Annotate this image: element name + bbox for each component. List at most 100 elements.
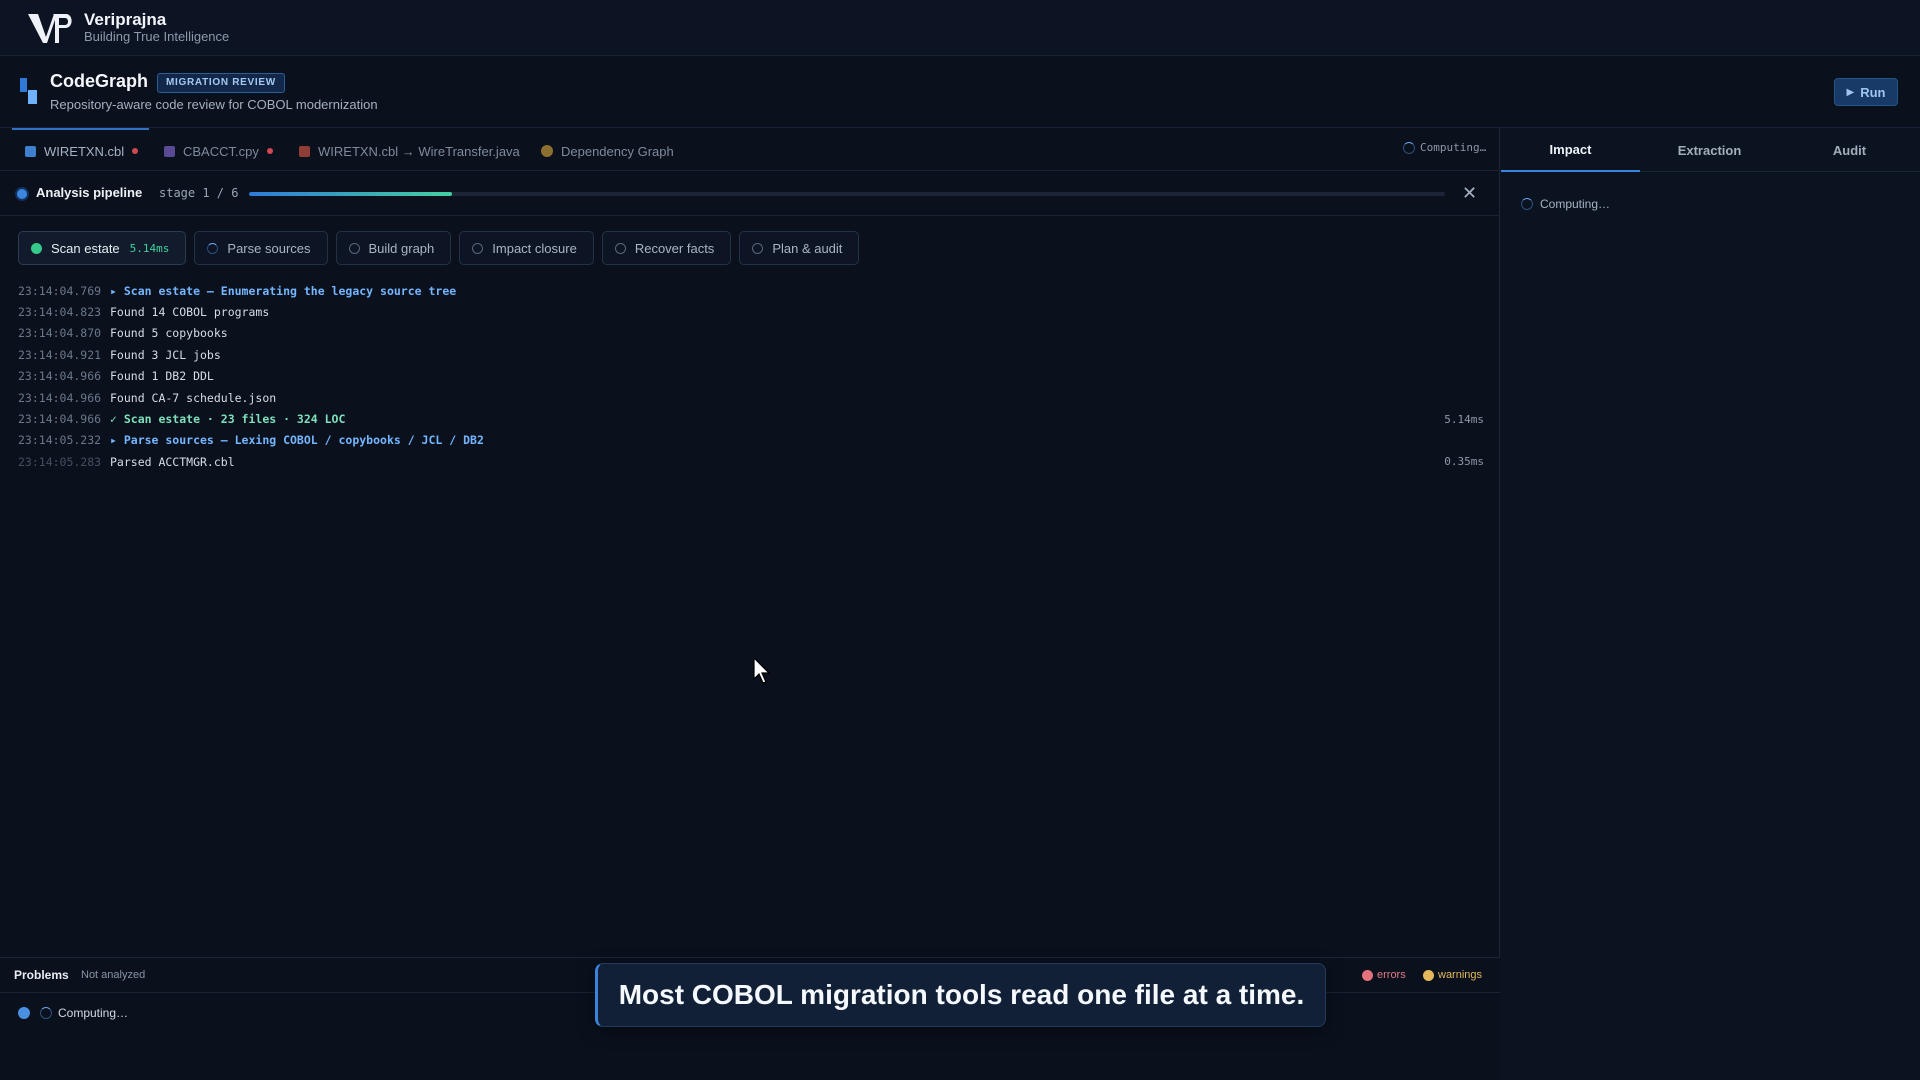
stage-build-graph[interactable]: Build graph <box>335 231 452 265</box>
tab-wiretxn-to-java[interactable]: WIRETXN.cbl → WireTransfer.java <box>299 142 520 160</box>
app-subtitle: Repository-aware code review for COBOL m… <box>50 97 378 112</box>
status-dot-icon <box>18 1007 30 1019</box>
stage-label: Recover facts <box>634 240 715 256</box>
tab-audit[interactable]: Audit <box>1780 128 1919 172</box>
diff-file-icon <box>299 145 310 157</box>
stage-plan-audit[interactable]: Plan & audit <box>739 231 860 265</box>
run-button[interactable]: ▶ Run <box>1834 78 1898 106</box>
pending-circle-icon <box>614 242 626 254</box>
log-timestamp: 23:14:04.921 <box>18 347 102 362</box>
veriprajna-logo <box>28 13 72 43</box>
warning-dot-icon <box>1423 969 1434 981</box>
main-pane: WIRETXN.cbl CBACCT.cpy WIRETXN.cbl → Wir… <box>0 128 1500 1080</box>
pipeline-progress-bar <box>249 192 1445 196</box>
log-row: 23:14:04.966 Found 1 DB2 DDL <box>18 366 1484 387</box>
log-message: Parsed ACCTMGR.cbl <box>110 454 235 469</box>
stage-impact-closure[interactable]: Impact closure <box>459 231 594 265</box>
stage-parse-sources[interactable]: Parse sources <box>194 231 328 265</box>
tab-label: WIRETXN.cbl → WireTransfer.java <box>318 143 520 159</box>
active-tab-indicator <box>12 128 149 130</box>
stage-label: Plan & audit <box>772 240 843 256</box>
log-row: 23:14:04.966 ✓ Scan estate · 23 files · 3… <box>18 408 1484 429</box>
right-panel-status: Computing… <box>1521 197 1610 211</box>
errors-label: errors <box>1377 969 1406 981</box>
pipeline-log: 23:14:04.769 ▸ Scan estate — Enumerating … <box>18 280 1484 473</box>
stage-label: Build graph <box>368 240 435 256</box>
pipeline-title: Analysis pipeline <box>36 185 143 200</box>
warnings-label: warnings <box>1438 969 1483 981</box>
log-message: Found 1 DB2 DDL <box>110 369 214 384</box>
spinner-icon <box>207 242 219 254</box>
log-timestamp: 23:14:05.232 <box>18 433 102 448</box>
log-row: 23:14:04.870 Found 5 copybooks <box>18 323 1484 344</box>
tab-cbacct-cpy[interactable]: CBACCT.cpy <box>164 142 273 160</box>
brand-tagline: Building True Intelligence <box>84 28 230 44</box>
log-timestamp: 23:14:04.966 <box>18 390 102 405</box>
run-button-label: Run <box>1860 84 1886 100</box>
close-icon[interactable]: ✕ <box>1462 183 1477 204</box>
tab-extraction[interactable]: Extraction <box>1640 128 1779 172</box>
errors-legend: errors <box>1362 969 1406 981</box>
tab-label: Dependency Graph <box>561 143 674 159</box>
stage-label: Scan estate <box>51 240 120 256</box>
brand-name: Veriprajna <box>84 10 167 30</box>
done-dot-icon <box>31 242 42 254</box>
log-row: 23:14:05.232 ▸ Parse sources — Lexing COB… <box>18 430 1484 451</box>
stage-scan-estate[interactable]: Scan estate 5.14ms <box>18 231 187 265</box>
right-tab-bar: Impact Extraction Audit <box>1501 128 1920 172</box>
log-timestamp: 23:14:04.966 <box>18 369 102 384</box>
cobol-file-icon <box>25 145 36 157</box>
mouse-cursor-icon <box>753 657 771 684</box>
right-panel-status-text: Computing… <box>1540 197 1611 211</box>
file-tab-bar: WIRETXN.cbl CBACCT.cpy WIRETXN.cbl → Wir… <box>0 128 1500 171</box>
log-message: Found 5 copybooks <box>110 326 228 341</box>
log-message: ▸ Scan estate — Enumerating the legacy s… <box>110 283 457 298</box>
log-message: ▸ Parse sources — Lexing COBOL / copyboo… <box>110 433 484 448</box>
tab-impact[interactable]: Impact <box>1501 128 1640 172</box>
log-timestamp: 23:14:04.823 <box>18 305 102 320</box>
pending-circle-icon <box>348 242 360 254</box>
tab-dependency-graph[interactable]: Dependency Graph <box>541 142 674 160</box>
modified-dot-icon <box>132 148 139 154</box>
pipeline-stage-counter: stage 1 / 6 <box>159 186 239 200</box>
mode-badge: MIGRATION REVIEW <box>157 73 285 93</box>
brand-bar: Veriprajna Building True Intelligence <box>0 0 1920 56</box>
spinner-icon <box>1521 198 1533 210</box>
error-dot-icon <box>1362 969 1373 981</box>
stage-time: 5.14ms <box>129 241 170 255</box>
log-row: 23:14:04.823 Found 14 COBOL programs <box>18 301 1484 322</box>
stage-label: Parse sources <box>227 240 311 256</box>
stage-label: Impact closure <box>492 240 577 256</box>
log-message: Found 3 JCL jobs <box>110 347 221 362</box>
log-row: 23:14:04.966 Found CA-7 schedule.json <box>18 387 1484 408</box>
modified-dot-icon <box>266 148 273 154</box>
log-row: 23:14:05.283 Parsed ACCTMGR.cbl 0.35ms <box>18 451 1484 472</box>
stage-chips: Scan estate 5.14ms Parse sources Build g… <box>18 231 860 265</box>
tab-label: WIRETXN.cbl <box>44 143 125 159</box>
right-panel: Impact Extraction Audit Computing… <box>1501 128 1920 1080</box>
log-duration: 0.35ms <box>1444 455 1484 469</box>
pending-circle-icon <box>472 242 484 254</box>
graph-icon <box>541 145 553 157</box>
problems-status-text: Computing… <box>58 1006 129 1020</box>
log-timestamp: 23:14:05.283 <box>18 454 102 469</box>
play-icon: ▶ <box>1846 86 1855 98</box>
tab-problems[interactable]: Problems <box>14 968 69 982</box>
log-message: Found CA-7 schedule.json <box>110 390 277 405</box>
spinner-icon <box>1403 141 1415 154</box>
log-timestamp: 23:14:04.966 <box>18 412 102 427</box>
log-message: Found 14 COBOL programs <box>110 305 270 320</box>
pipeline-header: Analysis pipeline stage 1 / 6 ✕ <box>0 171 1500 216</box>
log-message: ✓ Scan estate · 23 files · 324 LOC <box>110 412 346 427</box>
pipeline-progress-fill <box>249 192 453 196</box>
problems-status: Not analyzed <box>81 969 146 981</box>
stage-recover-facts[interactable]: Recover facts <box>601 231 732 265</box>
log-timestamp: 23:14:04.870 <box>18 326 102 341</box>
caption-overlay: Most COBOL migration tools read one file… <box>595 963 1326 1027</box>
problems-body: Computing… <box>18 1006 128 1020</box>
warnings-legend: warnings <box>1423 969 1482 981</box>
log-row: 23:14:04.921 Found 3 JCL jobs <box>18 344 1484 365</box>
codegraph-icon <box>20 78 37 104</box>
log-duration: 5.14ms <box>1444 412 1484 426</box>
tab-wiretxn-cbl[interactable]: WIRETXN.cbl <box>25 142 139 160</box>
